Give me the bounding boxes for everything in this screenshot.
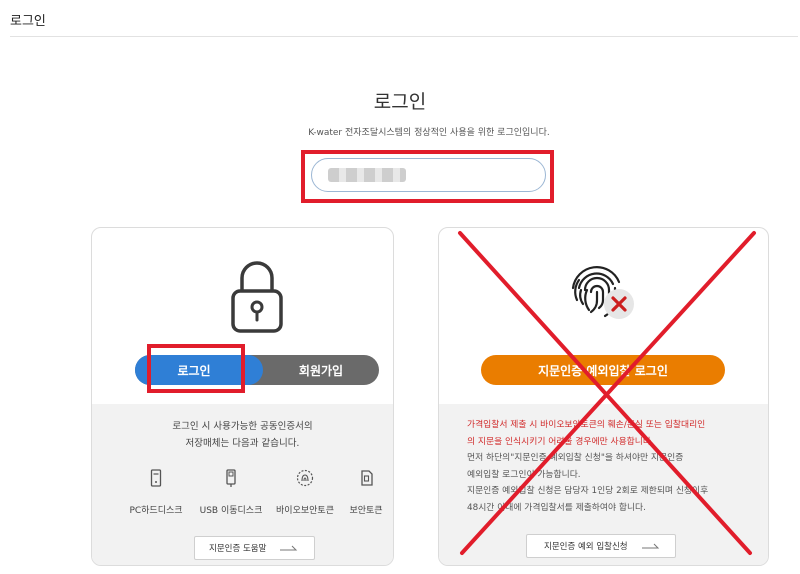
join-tab-button[interactable]: 회원가입 (263, 355, 379, 385)
page-header: 로그인 (10, 0, 798, 37)
page-subtitle: K-water 전자조달시스템의 정상적인 사용을 위한 로그인입니다. (308, 128, 550, 138)
lock-icon (231, 261, 283, 333)
media-item-pc-harddisk: PC하드디스크 (116, 468, 196, 516)
arrow-right-icon (280, 545, 298, 551)
fingerprint-help-button-label: 지문인증 도움말 (209, 544, 267, 554)
usb-icon (226, 469, 236, 487)
storage-media-description-line1: 로그인 시 사용가능한 공동인증서의 (172, 421, 313, 432)
certificate-login-card: 로그인 회원가입 로그인 시 사용가능한 공동인증서의 저장매체는 다음과 같습… (91, 227, 394, 566)
storage-media-description: 로그인 시 사용가능한 공동인증서의 저장매체는 다음과 같습니다. (92, 418, 393, 452)
media-item-security-token: 보안토큰 (326, 468, 393, 516)
cross-out-mark (458, 231, 756, 555)
page-header-title: 로그인 (10, 14, 46, 29)
login-button-highlight-box (147, 344, 245, 393)
pc-harddisk-icon (150, 469, 162, 487)
fingerprint-help-button[interactable]: 지문인증 도움말 (194, 536, 315, 560)
media-label-pc-harddisk: PC하드디스크 (129, 506, 183, 516)
media-label-usb: USB 이동디스크 (199, 506, 263, 516)
media-label-security-token: 보안토큰 (349, 506, 383, 516)
bio-token-icon (296, 469, 314, 487)
blurred-user-id (328, 168, 406, 182)
storage-media-description-line2: 저장매체는 다음과 같습니다. (185, 438, 300, 449)
page-title: 로그인 (373, 91, 427, 113)
media-item-usb: USB 이동디스크 (191, 468, 271, 516)
security-token-icon (361, 470, 373, 486)
